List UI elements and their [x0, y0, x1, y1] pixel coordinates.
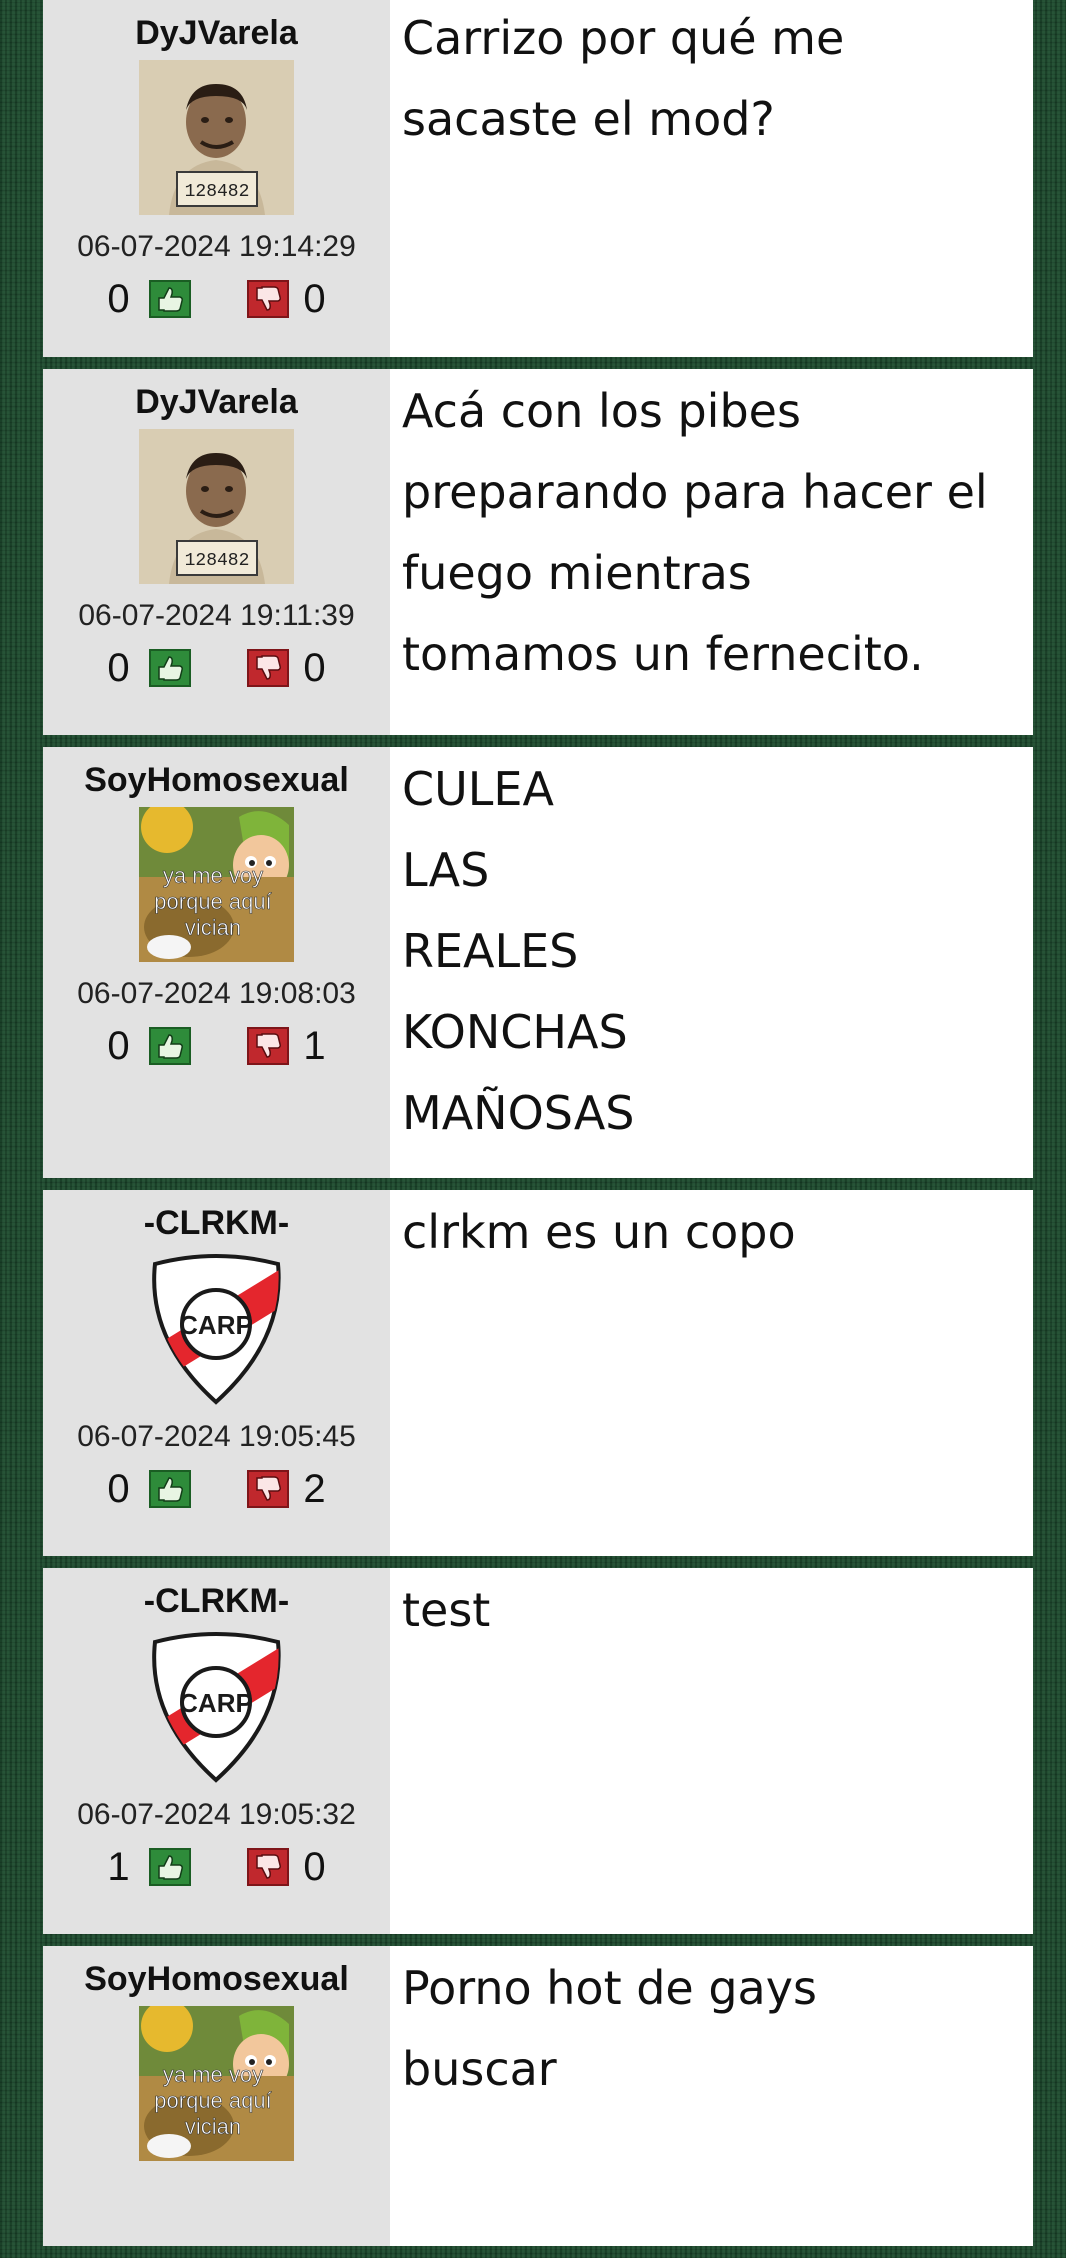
post: SoyHomosexual ya me voy porque aquí vici…: [43, 1946, 1033, 2246]
user-avatar[interactable]: CARP: [139, 1628, 294, 1783]
post-message: Carrizo por qué me sacaste el mod?: [402, 11, 845, 146]
post-message: test: [402, 1583, 491, 1637]
vote-bar: 0 1: [99, 1024, 335, 1068]
post-username[interactable]: SoyHomosexual: [84, 759, 349, 801]
like-count: 1: [107, 1844, 130, 1889]
post-content: clrkm es un copo: [390, 1190, 1033, 1556]
post-meta: -CLRKM- CARP 06-07-2024 19:05:32 1 0: [43, 1568, 390, 1934]
post-timestamp: 06-07-2024 19:05:32: [77, 1798, 356, 1831]
post-timestamp: 06-07-2024 19:14:29: [77, 230, 356, 263]
thumbs-down-icon[interactable]: [246, 1848, 289, 1886]
thumbs-down-icon[interactable]: [246, 280, 289, 318]
post-username[interactable]: -CLRKM-: [144, 1580, 289, 1622]
thumbs-down-icon[interactable]: [246, 649, 289, 687]
avatar-caption-1: ya me voy: [163, 863, 263, 888]
post-feed: DyJVarela 128482 06-07-2024 19:14:29 0 0…: [43, 0, 1033, 2258]
post: DyJVarela 128482 06-07-2024 19:11:39 0 0…: [43, 369, 1033, 735]
post-content: test: [390, 1568, 1033, 1934]
post-timestamp: 06-07-2024 19:11:39: [78, 599, 355, 632]
user-avatar[interactable]: 128482: [139, 429, 294, 584]
post: -CLRKM- CARP 06-07-2024 19:05:32 1 0 tes…: [43, 1568, 1033, 1934]
vote-bar: 0 2: [99, 1467, 335, 1511]
user-avatar[interactable]: ya me voy porque aquí vician: [139, 807, 294, 962]
post-username[interactable]: DyJVarela: [135, 381, 298, 423]
post-meta: DyJVarela 128482 06-07-2024 19:14:29 0 0: [43, 0, 390, 357]
thumbs-up-icon[interactable]: [148, 1027, 191, 1065]
like-count: 0: [107, 1023, 130, 1068]
post-content: Carrizo por qué me sacaste el mod?: [390, 0, 1033, 357]
like-count: 0: [107, 276, 130, 321]
avatar-caption-3: vician: [185, 2114, 241, 2139]
post-timestamp: 06-07-2024 19:05:45: [77, 1420, 356, 1453]
thumbs-up-icon[interactable]: [148, 1470, 191, 1508]
post-meta: DyJVarela 128482 06-07-2024 19:11:39 0 0: [43, 369, 390, 735]
post-content: Porno hot de gays buscar: [390, 1946, 1033, 2246]
like-count: 0: [107, 1466, 130, 1511]
avatar-caption-2: porque aquí: [154, 889, 271, 914]
post-username[interactable]: DyJVarela: [135, 12, 298, 54]
dislike-count: 0: [303, 276, 326, 321]
mugshot-number: 128482: [185, 182, 250, 202]
avatar-caption-2: porque aquí: [154, 2088, 271, 2113]
crest-letters: CARP: [179, 1310, 253, 1340]
post-message: clrkm es un copo: [402, 1205, 796, 1259]
post-content: CULEA LAS REALES KONCHAS MAÑOSAS: [390, 747, 1033, 1178]
post-message: Acá con los pibes preparando para hacer …: [402, 384, 988, 681]
dislike-count: 0: [303, 1844, 326, 1889]
post-meta: -CLRKM- CARP 06-07-2024 19:05:45 0 2: [43, 1190, 390, 1556]
post-username[interactable]: SoyHomosexual: [84, 1958, 349, 2000]
post-meta: SoyHomosexual ya me voy porque aquí vici…: [43, 1946, 390, 2246]
vote-bar: 0 0: [99, 277, 335, 321]
thumbs-down-icon[interactable]: [246, 1470, 289, 1508]
post: SoyHomosexual ya me voy porque aquí vici…: [43, 747, 1033, 1178]
post-message: Porno hot de gays buscar: [402, 1961, 817, 2096]
avatar-caption-1: ya me voy: [163, 2062, 263, 2087]
mugshot-number: 128482: [185, 551, 250, 571]
thumbs-up-icon[interactable]: [148, 1848, 191, 1886]
thumbs-down-icon[interactable]: [246, 1027, 289, 1065]
user-avatar[interactable]: ya me voy porque aquí vician: [139, 2006, 294, 2161]
user-avatar[interactable]: CARP: [139, 1250, 294, 1405]
dislike-count: 0: [303, 645, 326, 690]
post: DyJVarela 128482 06-07-2024 19:14:29 0 0…: [43, 0, 1033, 357]
thumbs-up-icon[interactable]: [148, 649, 191, 687]
user-avatar[interactable]: 128482: [139, 60, 294, 215]
post: -CLRKM- CARP 06-07-2024 19:05:45 0 2 clr…: [43, 1190, 1033, 1556]
dislike-count: 1: [303, 1023, 326, 1068]
post-timestamp: 06-07-2024 19:08:03: [77, 977, 356, 1010]
dislike-count: 2: [303, 1466, 326, 1511]
thumbs-up-icon[interactable]: [148, 280, 191, 318]
crest-letters: CARP: [179, 1688, 253, 1718]
avatar-caption-3: vician: [185, 915, 241, 940]
post-meta: SoyHomosexual ya me voy porque aquí vici…: [43, 747, 390, 1178]
like-count: 0: [107, 645, 130, 690]
post-username[interactable]: -CLRKM-: [144, 1202, 289, 1244]
post-content: Acá con los pibes preparando para hacer …: [390, 369, 1033, 735]
post-message: CULEA LAS REALES KONCHAS MAÑOSAS: [402, 762, 635, 1140]
vote-bar: 1 0: [99, 1845, 335, 1889]
vote-bar: 0 0: [99, 646, 335, 690]
